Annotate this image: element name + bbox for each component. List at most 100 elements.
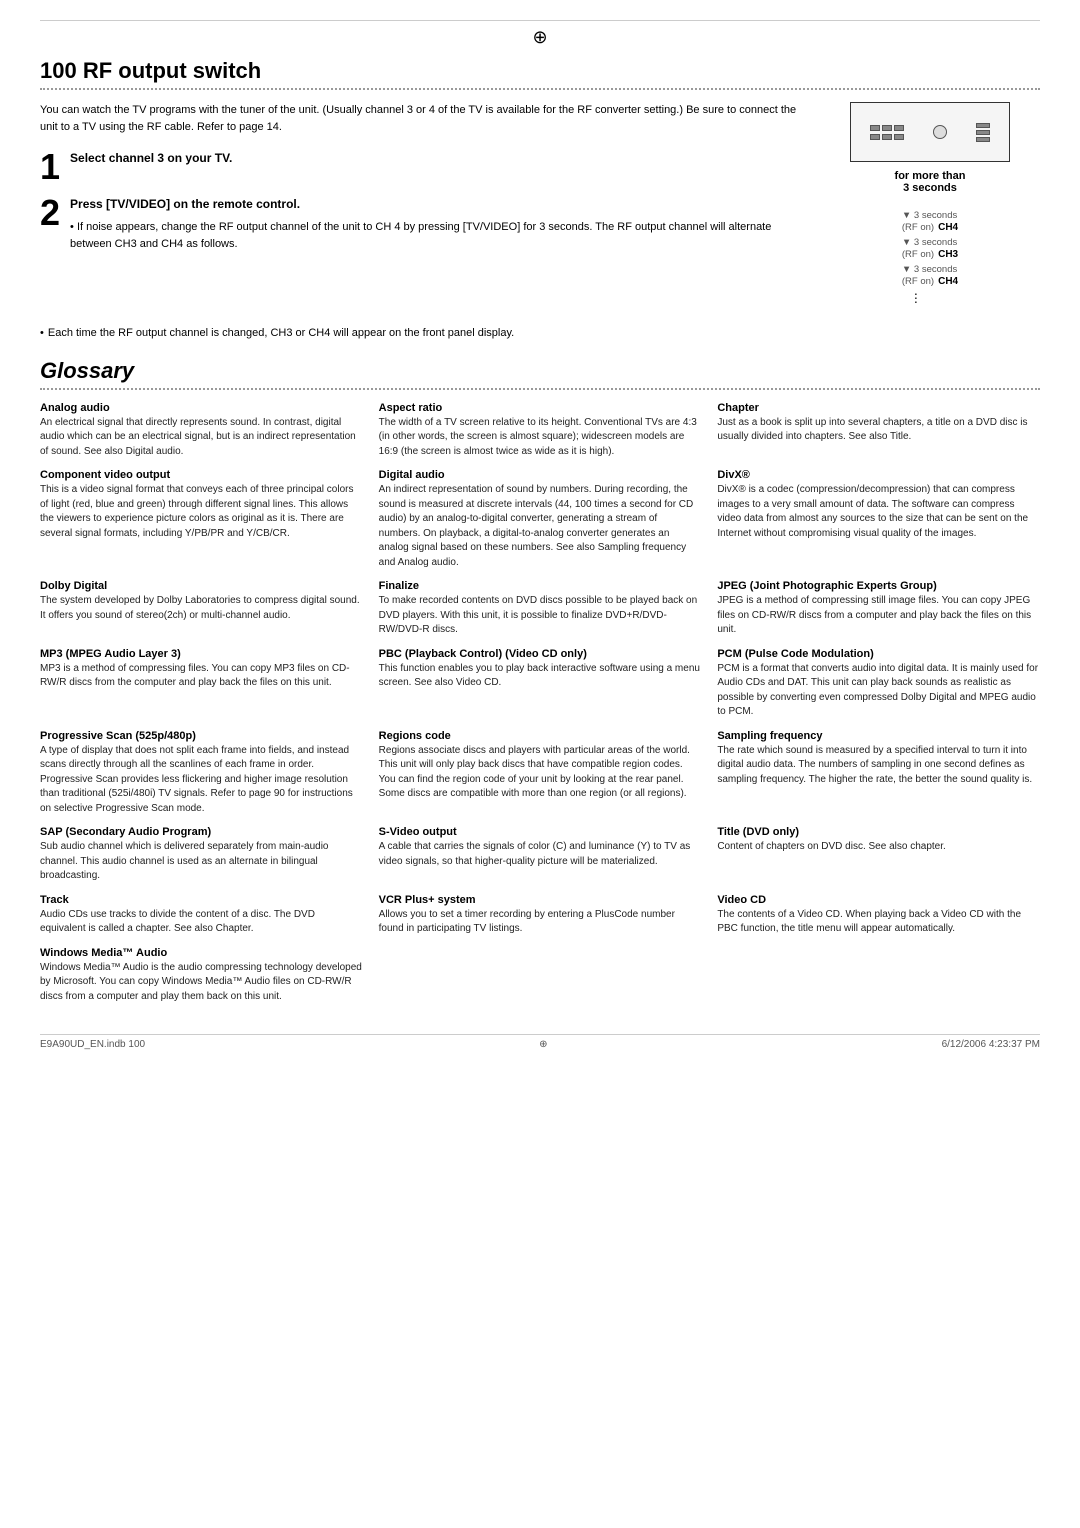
device-buttons-left (870, 125, 904, 140)
ch4-seconds-label: ▼ 3 seconds (902, 210, 957, 221)
glossary-term: PBC (Playback Control) (Video CD only) (379, 648, 702, 660)
device-right-btns (976, 123, 990, 142)
dev-btn-r1 (976, 123, 990, 128)
glossary-definition: This function enables you to play back i… (379, 662, 702, 691)
rf-bullet-note: • Each time the RF output channel is cha… (40, 325, 1040, 342)
step2-content: Press [TV/VIDEO] on the remote control. … (70, 195, 800, 252)
glossary-definition: Windows Media™ Audio is the audio compre… (40, 961, 363, 1005)
glossary-definition: The contents of a Video CD. When playing… (717, 908, 1040, 937)
glossary-definition: DivX® is a codec (compression/decompress… (717, 483, 1040, 541)
glossary-definition: Audio CDs use tracks to divide the conte… (40, 908, 363, 937)
glossary-item: FinalizeTo make recorded contents on DVD… (379, 580, 702, 638)
page-footer: E9A90UD_EN.indb 100 ⊕ 6/12/2006 4:23:37 … (40, 1034, 1040, 1050)
glossary-item: Windows Media™ Audio Windows Media™ Audio… (40, 947, 363, 1005)
glossary-term: Chapter (717, 402, 1040, 414)
ch4b-seconds-label: ▼ 3 seconds (902, 264, 957, 275)
glossary-item: Progressive Scan (525p/480p) A type of di… (40, 730, 363, 817)
glossary-item: PCM (Pulse Code Modulation)PCM is a form… (717, 648, 1040, 720)
glossary-definition: Allows you to set a timer recording by e… (379, 908, 702, 937)
glossary-definition: The width of a TV screen relative to its… (379, 416, 702, 460)
ch3-seconds-label: ▼ 3 seconds (902, 237, 957, 248)
ch4-rf-label: (RF on) (902, 222, 934, 233)
dev-btn5 (882, 134, 892, 140)
rf-section-title: 100 RF output switch (40, 58, 1040, 84)
glossary-item: Digital audio An indirect representation … (379, 469, 702, 570)
bullet-text: Each time the RF output channel is chang… (48, 325, 514, 342)
dev-btn4 (870, 134, 880, 140)
ch4b-rf-label: (RF on) (902, 276, 934, 287)
glossary-term: Regions code (379, 730, 702, 742)
glossary-term: Video CD (717, 894, 1040, 906)
glossary-item: Analog audio An electrical signal that di… (40, 402, 363, 460)
glossary-item: Title (DVD only) Content of chapters on D… (717, 826, 1040, 884)
step2-title: Press [TV/VIDEO] on the remote control. (70, 195, 800, 213)
glossary-definition: A cable that carries the signals of colo… (379, 840, 702, 869)
glossary-title: Glossary (40, 358, 1040, 384)
glossary-item: Component video outputThis is a video si… (40, 469, 363, 570)
dev-btn2 (882, 125, 892, 131)
glossary-term: JPEG (Joint Photographic Experts Group) (717, 580, 1040, 592)
glossary-item: VCR Plus+ systemAllows you to set a time… (379, 894, 702, 937)
glossary-item: MP3 (MPEG Audio Layer 3) MP3 is a method … (40, 648, 363, 720)
top-decorative-line (40, 20, 1040, 21)
step1-title: Select channel 3 on your TV. (70, 151, 232, 165)
glossary-definition: Content of chapters on DVD disc. See als… (717, 840, 1040, 855)
for-more-than-label: for more than 3 seconds (895, 170, 966, 194)
dev-btn-r3 (976, 137, 990, 142)
ch3-rf-label: (RF on) (902, 249, 934, 260)
rf-section-divider (40, 88, 1040, 90)
footer-left: E9A90UD_EN.indb 100 (40, 1039, 145, 1050)
page-header: ⊕ (40, 27, 1040, 48)
device-btn-row1 (870, 125, 904, 131)
step2-detail: • If noise appears, change the RF output… (70, 219, 800, 252)
glossary-item: Video CD The contents of a Video CD. When… (717, 894, 1040, 937)
header-center-icon: ⊕ (532, 27, 547, 47)
glossary-term: Title (DVD only) (717, 826, 1040, 838)
ch4b-seconds-row: ▼ 3 seconds (902, 264, 957, 275)
glossary-term: Windows Media™ Audio (40, 947, 363, 959)
dev-btn1 (870, 125, 880, 131)
dev-btn3 (894, 125, 904, 131)
glossary-item: JPEG (Joint Photographic Experts Group)J… (717, 580, 1040, 638)
glossary-term: Component video output (40, 469, 363, 481)
rf-step1: 1 Select channel 3 on your TV. (40, 149, 800, 185)
glossary-item: PBC (Playback Control) (Video CD only) Th… (379, 648, 702, 720)
rf-diagram: for more than 3 seconds ▼ 3 seconds (RF … (850, 102, 1010, 305)
glossary-item: Chapter Just as a book is split up into s… (717, 402, 1040, 460)
ch3-label: CH3 (938, 249, 958, 260)
glossary-term: MP3 (MPEG Audio Layer 3) (40, 648, 363, 660)
ch4-seconds-row: ▼ 3 seconds (902, 210, 957, 221)
rf-left-column: You can watch the TV programs with the t… (40, 102, 800, 305)
glossary-item: SAP (Secondary Audio Program)Sub audio c… (40, 826, 363, 884)
glossary-definition: An indirect representation of sound by n… (379, 483, 702, 570)
rf-right-column: for more than 3 seconds ▼ 3 seconds (RF … (820, 102, 1040, 305)
glossary-item: Aspect ratioThe width of a TV screen rel… (379, 402, 702, 460)
glossary-term: S-Video output (379, 826, 702, 838)
step2-number: 2 (40, 195, 60, 231)
glossary-term: Progressive Scan (525p/480p) (40, 730, 363, 742)
glossary-term: Track (40, 894, 363, 906)
glossary-term: Analog audio (40, 402, 363, 414)
ch4b-row: (RF on) CH4 (902, 276, 958, 287)
glossary-definition: To make recorded contents on DVD discs p… (379, 594, 702, 638)
glossary-grid: Analog audio An electrical signal that di… (40, 402, 1040, 1015)
ch3-seconds-row: ▼ 3 seconds (902, 237, 957, 248)
glossary-term: Digital audio (379, 469, 702, 481)
glossary-definition: Sub audio channel which is delivered sep… (40, 840, 363, 884)
glossary-item: Track Audio CDs use tracks to divide the … (40, 894, 363, 937)
dev-btn-r2 (976, 130, 990, 135)
device-power-circle (933, 125, 947, 139)
footer-center-icon: ⊕ (539, 1039, 547, 1050)
ch3-row: (RF on) CH3 (902, 249, 958, 260)
glossary-definition: An electrical signal that directly repre… (40, 416, 363, 460)
glossary-definition: The rate which sound is measured by a sp… (717, 744, 1040, 788)
glossary-definition: The system developed by Dolby Laboratori… (40, 594, 363, 623)
rf-intro-text: You can watch the TV programs with the t… (40, 102, 800, 135)
step1-content: Select channel 3 on your TV. (70, 149, 232, 168)
glossary-definition: MP3 is a method of compressing files. Yo… (40, 662, 363, 691)
glossary-term: Dolby Digital (40, 580, 363, 592)
glossary-item: S-Video output A cable that carries the s… (379, 826, 702, 884)
glossary-definition: Just as a book is split up into several … (717, 416, 1040, 445)
dev-btn6 (894, 134, 904, 140)
glossary-definition: A type of display that does not split ea… (40, 744, 363, 817)
